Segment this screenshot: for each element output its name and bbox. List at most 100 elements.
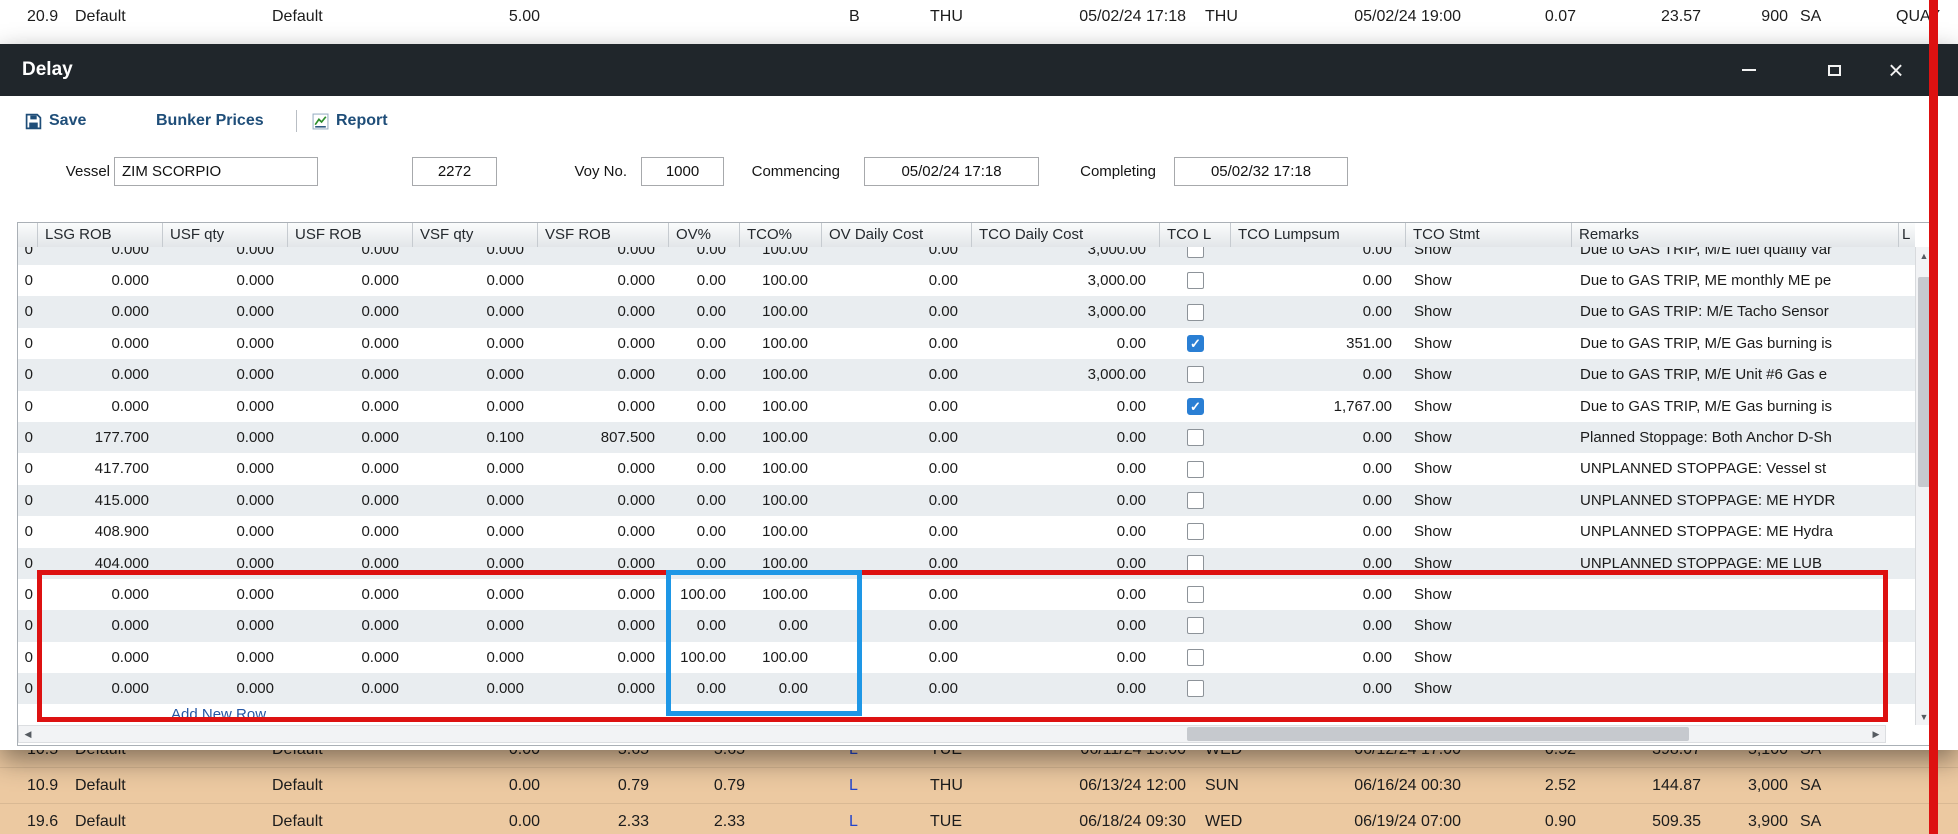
column-header-vsf-rob[interactable]: VSF ROB	[538, 223, 669, 247]
cell-lsg-rob[interactable]: 0.000	[38, 610, 163, 641]
dialog-titlebar[interactable]: Delay ×	[0, 44, 1958, 96]
cell-remarks[interactable]: UNPLANNED STOPPAGE: ME HYDR	[1572, 485, 1899, 516]
cell-usf-rob[interactable]: 0.000	[288, 391, 413, 422]
grid-row[interactable]: 00.0000.0000.0000.0000.0000.00100.000.00…	[18, 296, 1915, 327]
cell-usf-qty[interactable]: 0.000	[163, 265, 288, 296]
cell-tco-daily-cost[interactable]: 0.00	[972, 391, 1160, 422]
cell-usf-rob[interactable]: 0.000	[288, 516, 413, 547]
grid-row[interactable]: 00.0000.0000.0000.0000.000100.00100.000.…	[18, 642, 1915, 673]
report-button[interactable]: Report	[312, 96, 388, 146]
cell-usf-qty[interactable]: 0.000	[163, 642, 288, 673]
cell-tco-l[interactable]	[1160, 642, 1231, 673]
column-header-usf-rob[interactable]: USF ROB	[288, 223, 413, 247]
cell-tco-stmt[interactable]: Show	[1406, 610, 1572, 641]
cell-remarks[interactable]: UNPLANNED STOPPAGE: ME Hydra	[1572, 516, 1899, 547]
cell-tco-lumpsum[interactable]: 0.00	[1231, 359, 1406, 390]
cell-tco-lumpsum[interactable]: 351.00	[1231, 328, 1406, 359]
cell-tco-stmt[interactable]: Show	[1406, 265, 1572, 296]
cell-usf-rob[interactable]: 0.000	[288, 328, 413, 359]
cell-lsg-rob[interactable]: 0.000	[38, 579, 163, 610]
cell-tco-pct[interactable]: 100.00	[740, 296, 822, 327]
cell-vsf-rob[interactable]: 0.000	[538, 247, 669, 265]
cell-tco-stmt[interactable]: Show	[1406, 247, 1572, 265]
cell-vsf-qty[interactable]: 0.000	[413, 579, 538, 610]
cell-lsg-rob[interactable]: 0.000	[38, 391, 163, 422]
cell-vsf-qty[interactable]: 0.000	[413, 359, 538, 390]
tco-l-checkbox-unchecked[interactable]	[1187, 366, 1204, 383]
cell-tco-daily-cost[interactable]: 0.00	[972, 485, 1160, 516]
cell-tco-l[interactable]	[1160, 485, 1231, 516]
grid-row[interactable]: 0177.7000.0000.0000.100807.5000.00100.00…	[18, 422, 1915, 453]
cell-tco-stmt[interactable]: Show	[1406, 422, 1572, 453]
cell-tco-pct[interactable]: 100.00	[740, 516, 822, 547]
cell-tco-l[interactable]	[1160, 673, 1231, 704]
cell-vsf-qty[interactable]: 0.000	[413, 548, 538, 579]
tco-l-checkbox-unchecked[interactable]	[1187, 247, 1204, 258]
cell-ov-pct[interactable]: 0.00	[669, 359, 740, 390]
cell-usf-rob[interactable]: 0.000	[288, 579, 413, 610]
cell-ov-daily-cost[interactable]: 0.00	[822, 359, 972, 390]
cell-remarks[interactable]: Planned Stoppage: Both Anchor D-Sh	[1572, 422, 1899, 453]
cell-lsg-rob[interactable]: 415.000	[38, 485, 163, 516]
cell-vsf-qty[interactable]: 0.100	[413, 422, 538, 453]
grid-row[interactable]: 00.0000.0000.0000.0000.0000.00100.000.00…	[18, 391, 1915, 422]
cell-vsf-rob[interactable]: 0.000	[538, 453, 669, 484]
commencing-input[interactable]	[864, 157, 1039, 186]
cell-usf-qty[interactable]: 0.000	[163, 516, 288, 547]
cell-remarks[interactable]	[1572, 610, 1899, 641]
cell-ov-pct[interactable]: 0.00	[669, 673, 740, 704]
save-button[interactable]: Save	[25, 96, 86, 146]
cell-ov-pct[interactable]: 100.00	[669, 642, 740, 673]
cell-ov-daily-cost[interactable]: 0.00	[822, 422, 972, 453]
cell-tco-lumpsum[interactable]: 1,767.00	[1231, 391, 1406, 422]
cell-remarks[interactable]	[1572, 579, 1899, 610]
horizontal-scrollbar-thumb[interactable]	[1187, 727, 1689, 741]
cell-ov-daily-cost[interactable]: 0.00	[822, 391, 972, 422]
cell-ov-daily-cost[interactable]: 0.00	[822, 265, 972, 296]
cell-tco-pct[interactable]: 100.00	[740, 359, 822, 390]
cell-ov-pct[interactable]: 0.00	[669, 391, 740, 422]
cell-tco-l[interactable]	[1160, 265, 1231, 296]
cell-lsg-rob[interactable]: 0.000	[38, 642, 163, 673]
cell-vsf-rob[interactable]: 0.000	[538, 516, 669, 547]
cell-vsf-qty[interactable]: 0.000	[413, 328, 538, 359]
cell-tco-daily-cost[interactable]: 0.00	[972, 516, 1160, 547]
cell-tco-pct[interactable]: 0.00	[740, 673, 822, 704]
cell-tco-l[interactable]	[1160, 548, 1231, 579]
cell-usf-qty[interactable]: 0.000	[163, 296, 288, 327]
cell-usf-qty[interactable]: 0.000	[163, 485, 288, 516]
cell-vsf-qty[interactable]: 0.000	[413, 265, 538, 296]
cell-tco-pct[interactable]: 100.00	[740, 548, 822, 579]
cell-ov-daily-cost[interactable]: 0.00	[822, 296, 972, 327]
cell-usf-qty[interactable]: 0.000	[163, 610, 288, 641]
grid-row[interactable]: 00.0000.0000.0000.0000.0000.00100.000.00…	[18, 265, 1915, 296]
cell-remarks[interactable]	[1572, 642, 1899, 673]
tco-l-checkbox-unchecked[interactable]	[1187, 492, 1204, 509]
cell-tco-l[interactable]	[1160, 610, 1231, 641]
column-header-vsf-qty[interactable]: VSF qty	[413, 223, 538, 247]
cell-tco-l[interactable]	[1160, 359, 1231, 390]
cell-usf-qty[interactable]: 0.000	[163, 328, 288, 359]
cell-tco-l[interactable]	[1160, 422, 1231, 453]
cell-usf-rob[interactable]: 0.000	[288, 610, 413, 641]
cell-ov-daily-cost[interactable]: 0.00	[822, 516, 972, 547]
cell-remarks[interactable]: Due to GAS TRIP, M/E Gas burning is	[1572, 328, 1899, 359]
cell-tco-lumpsum[interactable]: 0.00	[1231, 453, 1406, 484]
cell-tco-l[interactable]	[1160, 247, 1231, 265]
cell-ov-daily-cost[interactable]: 0.00	[822, 642, 972, 673]
cell-vsf-qty[interactable]: 0.000	[413, 673, 538, 704]
cell-ov-pct[interactable]: 0.00	[669, 516, 740, 547]
scroll-up-arrow-icon[interactable]: ▲	[1916, 247, 1932, 264]
cell-usf-qty[interactable]: 0.000	[163, 453, 288, 484]
tco-l-checkbox-unchecked[interactable]	[1187, 649, 1204, 666]
column-header-clipped[interactable]	[18, 223, 38, 247]
cell-tco-lumpsum[interactable]: 0.00	[1231, 579, 1406, 610]
horizontal-scrollbar[interactable]: ◀ ▶	[18, 725, 1886, 743]
cell-ov-daily-cost[interactable]: 0.00	[822, 328, 972, 359]
column-header-l[interactable]: L	[1899, 223, 1915, 247]
cell-usf-qty[interactable]: 0.000	[163, 548, 288, 579]
cell-lsg-rob[interactable]: 404.000	[38, 548, 163, 579]
cell-tco-pct[interactable]: 100.00	[740, 485, 822, 516]
cell-vsf-rob[interactable]: 0.000	[538, 642, 669, 673]
cell-remarks[interactable]: Due to GAS TRIP, M/E Gas burning is	[1572, 391, 1899, 422]
